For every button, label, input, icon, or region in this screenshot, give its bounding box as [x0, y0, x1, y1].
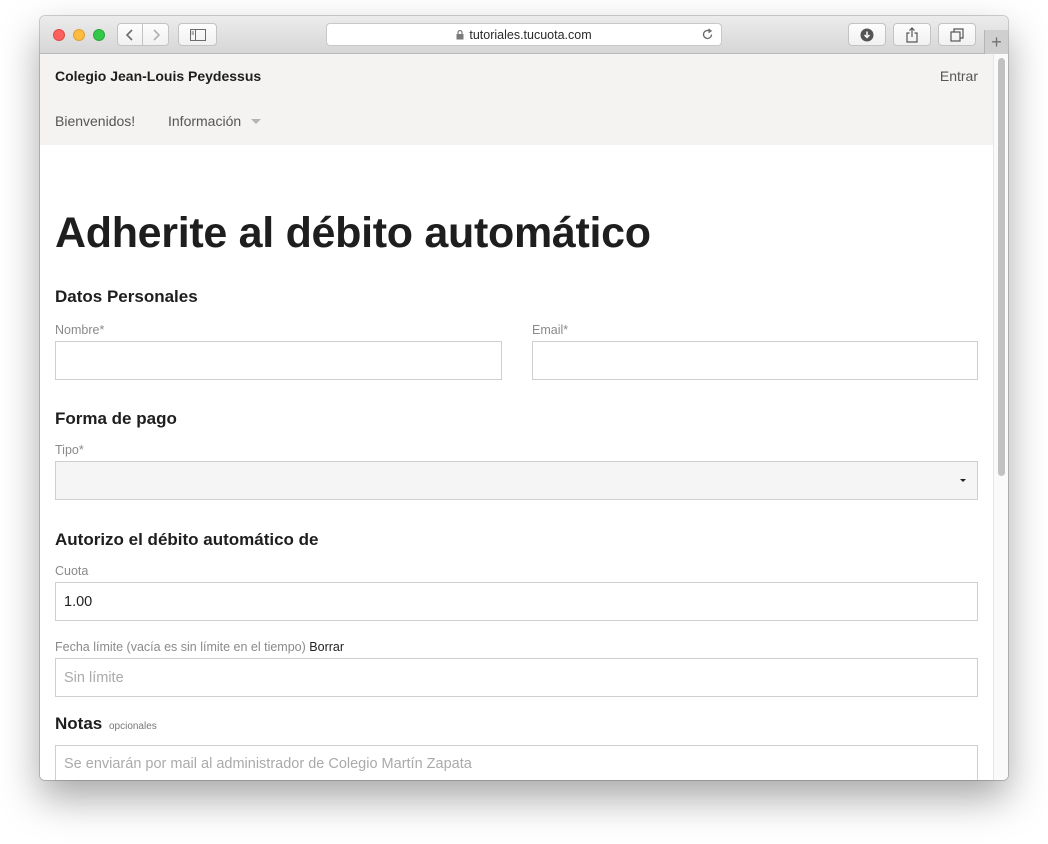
reload-icon[interactable] [701, 28, 714, 41]
browser-toolbar: tutoriales.tucuota.com + [40, 16, 1008, 54]
name-input[interactable] [55, 341, 502, 380]
select-caret-icon [960, 479, 966, 482]
scrollbar-thumb[interactable] [998, 58, 1005, 476]
site-brand[interactable]: Colegio Jean-Louis Peydessus [55, 68, 261, 84]
nav-item-info[interactable]: Información [168, 113, 262, 129]
section-personal-heading: Datos Personales [55, 287, 198, 306]
clear-limit-link[interactable]: Borrar [309, 640, 344, 654]
sidebar-icon [189, 28, 206, 41]
new-tab-button[interactable]: + [984, 30, 1008, 54]
payment-type-select[interactable] [55, 461, 978, 500]
forward-button[interactable] [143, 23, 169, 46]
section-payment-heading: Forma de pago [55, 409, 177, 428]
limit-label: Fecha límite (vacía es sin límite en el … [55, 640, 306, 654]
quota-label: Cuota [55, 564, 89, 578]
lock-icon [456, 29, 464, 40]
notes-textarea[interactable]: Se enviarán por mail al administrador de… [55, 745, 978, 780]
chevron-left-icon [125, 28, 133, 41]
section-authorize-heading: Autorizo el débito automático de [55, 530, 319, 549]
close-window-button[interactable] [53, 29, 65, 41]
minimize-window-button[interactable] [73, 29, 85, 41]
name-label: Nombre* [55, 323, 105, 337]
maximize-window-button[interactable] [93, 29, 105, 41]
login-link[interactable]: Entrar [940, 68, 978, 84]
downloads-button[interactable] [848, 23, 886, 46]
tabs-icon [950, 27, 964, 42]
address-bar[interactable]: tutoriales.tucuota.com [326, 23, 722, 46]
back-button[interactable] [117, 23, 143, 46]
email-input[interactable] [532, 341, 978, 380]
notes-optional-label: opcionales [108, 721, 157, 732]
sidebar-toggle-button[interactable] [178, 23, 217, 46]
share-button[interactable] [893, 23, 931, 46]
download-icon [860, 28, 874, 41]
chevron-right-icon [152, 28, 160, 41]
nav-item-info-label: Información [168, 113, 242, 129]
share-icon [906, 26, 918, 43]
limit-label-row: Fecha límite (vacía es sin límite en el … [55, 640, 344, 654]
browser-window: tutoriales.tucuota.com + Colegio Jean-Lo… [40, 16, 1008, 780]
limit-date-input[interactable]: Sin límite [55, 658, 978, 697]
quota-input[interactable]: 1.00 [55, 582, 978, 621]
web-page: Colegio Jean-Louis Peydessus Entrar Bien… [40, 54, 993, 780]
email-label: Email* [532, 323, 569, 337]
site-header: Colegio Jean-Louis Peydessus Entrar Bien… [40, 54, 993, 145]
type-label: Tipo* [55, 443, 84, 457]
plus-icon: + [991, 31, 1002, 52]
notes-placeholder: Se enviarán por mail al administrador de… [64, 756, 472, 772]
page-scrollbar[interactable] [993, 54, 1008, 780]
limit-date-placeholder: Sin límite [64, 669, 124, 686]
show-tabs-button[interactable] [938, 23, 976, 46]
caret-down-icon [251, 118, 262, 124]
section-notes-heading: Notas opcionales [55, 714, 157, 734]
nav-item-welcome[interactable]: Bienvenidos! [55, 113, 135, 129]
notes-heading-label: Notas [55, 714, 103, 733]
page-title: Adherite al débito automático [55, 209, 651, 257]
url-text: tutoriales.tucuota.com [469, 27, 592, 42]
